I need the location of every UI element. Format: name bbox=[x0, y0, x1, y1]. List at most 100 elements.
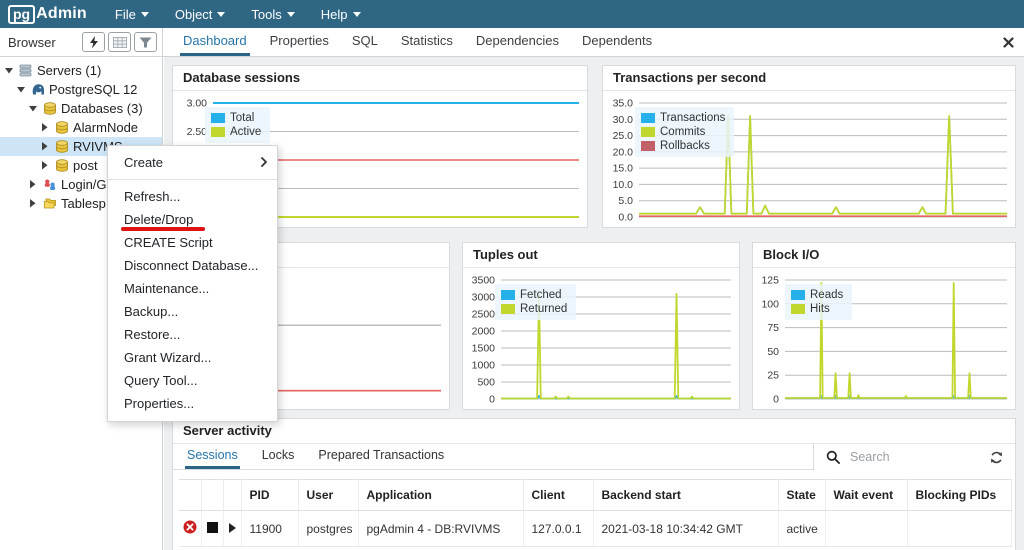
tab-statistics[interactable]: Statistics bbox=[398, 28, 456, 56]
expand-row-button[interactable] bbox=[223, 510, 242, 547]
terminate-icon bbox=[183, 520, 197, 534]
svg-text:125: 125 bbox=[761, 275, 779, 287]
cell-pid: 11900 bbox=[241, 510, 299, 547]
cancel-query-button[interactable] bbox=[201, 510, 224, 547]
context-menu-item-properties[interactable]: Properties... bbox=[108, 392, 277, 415]
legend-entry: Hits bbox=[791, 302, 843, 316]
cell-backend-start: 2021-03-18 10:34:42 GMT bbox=[593, 510, 779, 547]
table-header-row: PID User Application Client Backend star… bbox=[179, 479, 1012, 511]
cell-user: postgres bbox=[298, 510, 359, 547]
tree-item-servers[interactable]: Servers (1) bbox=[0, 61, 162, 80]
pgadmin-window: pg Admin File Object Tools Help Browser bbox=[0, 0, 1024, 550]
svg-text:500: 500 bbox=[477, 377, 495, 389]
menu-help[interactable]: Help bbox=[321, 7, 361, 22]
dashboard: Database sessions 3.002.502.001.501.00To… bbox=[164, 57, 1024, 550]
tab-prepared-transactions[interactable]: Prepared Transactions bbox=[316, 444, 446, 469]
filter-button[interactable] bbox=[134, 32, 157, 52]
tree-item-label: Login/G bbox=[61, 177, 107, 192]
legend-entry: Fetched bbox=[501, 288, 567, 302]
tree-item-alarmnode[interactable]: AlarmNode bbox=[0, 118, 162, 137]
tab-sessions[interactable]: Sessions bbox=[185, 444, 240, 469]
context-menu-item-create[interactable]: Create bbox=[108, 150, 277, 174]
menu-file[interactable]: File bbox=[115, 7, 149, 22]
panel-title: Server activity bbox=[173, 419, 1015, 444]
database-icon bbox=[54, 121, 69, 134]
tree-item-label: PostgreSQL 12 bbox=[49, 82, 138, 97]
tab-dependencies[interactable]: Dependencies bbox=[473, 28, 562, 56]
context-menu-item-disconnect-database[interactable]: Disconnect Database... bbox=[108, 254, 277, 277]
chevron-right-icon bbox=[261, 157, 267, 167]
caret-right-icon[interactable] bbox=[40, 161, 50, 170]
svg-text:2000: 2000 bbox=[472, 326, 496, 338]
svg-text:35.0: 35.0 bbox=[613, 98, 634, 110]
tree-item-label: post bbox=[73, 158, 98, 173]
col-user: User bbox=[298, 479, 359, 511]
refresh-button[interactable] bbox=[987, 448, 1005, 466]
database-icon bbox=[54, 159, 69, 172]
transactions-per-second-chart: 35.0 30.0 25.0 20.0 15.0 10.0 5.0 0.0 Transactio… bbox=[603, 91, 1015, 227]
grid-view-button[interactable] bbox=[108, 32, 131, 52]
quick-connect-button[interactable] bbox=[82, 32, 105, 52]
context-menu-item-maintenance[interactable]: Maintenance... bbox=[108, 277, 277, 300]
svg-text:25: 25 bbox=[767, 370, 779, 382]
tablespaces-folder-icon bbox=[42, 197, 57, 210]
browser-panel-title: Browser bbox=[8, 34, 56, 50]
chart-legend: Fetched Returned bbox=[495, 284, 577, 320]
block-io-chart: 125 100 75 50 25 0 Reads Hits bbox=[753, 268, 1015, 409]
legend-swatch bbox=[641, 141, 655, 151]
tab-dependents[interactable]: Dependents bbox=[579, 28, 655, 56]
sessions-table: PID User Application Client Backend star… bbox=[179, 479, 1012, 547]
menubar: pg Admin File Object Tools Help bbox=[0, 0, 1024, 28]
panel-tuples-out: Tuples out 3500 3000 2500 2000 1500 1000 500 0 F… bbox=[462, 242, 740, 410]
chart-legend: Transactions Commits Rollbacks bbox=[635, 107, 735, 157]
search-input[interactable] bbox=[850, 450, 970, 464]
col-client: Client bbox=[523, 479, 594, 511]
context-menu-item-backup[interactable]: Backup... bbox=[108, 300, 277, 323]
caret-right-icon[interactable] bbox=[28, 199, 38, 208]
caret-down-icon[interactable] bbox=[16, 86, 26, 93]
context-menu-item-query-tool[interactable]: Query Tool... bbox=[108, 369, 277, 392]
legend-label: Hits bbox=[810, 303, 830, 315]
tree-item-postgresql-12[interactable]: PostgreSQL 12 bbox=[0, 80, 162, 99]
tree-item-databases[interactable]: Databases (3) bbox=[0, 99, 162, 118]
stop-square-icon bbox=[206, 521, 218, 533]
tab-sql[interactable]: SQL bbox=[349, 28, 381, 56]
context-menu-item-refresh[interactable]: Refresh... bbox=[108, 185, 277, 208]
pgadmin-logo: pg Admin bbox=[8, 4, 87, 24]
context-menu-item-grant-wizard[interactable]: Grant Wizard... bbox=[108, 346, 277, 369]
caret-right-icon[interactable] bbox=[40, 142, 50, 151]
tab-dashboard[interactable]: Dashboard bbox=[180, 28, 250, 56]
filter-funnel-icon bbox=[139, 37, 152, 47]
legend-label: Rollbacks bbox=[660, 140, 710, 152]
tree-item-label: Databases (3) bbox=[61, 101, 143, 116]
legend-swatch bbox=[791, 290, 805, 300]
chart-legend: Total Active bbox=[205, 107, 271, 143]
chevron-down-icon bbox=[352, 11, 361, 17]
context-menu-item-create-script[interactable]: CREATE Script bbox=[108, 231, 277, 254]
tab-locks[interactable]: Locks bbox=[260, 444, 297, 469]
caret-right-icon[interactable] bbox=[40, 123, 50, 132]
legend-swatch bbox=[641, 127, 655, 137]
svg-text:50: 50 bbox=[767, 346, 779, 358]
caret-down-icon[interactable] bbox=[28, 105, 38, 112]
context-menu-item-delete-drop[interactable]: Delete/Drop bbox=[108, 208, 277, 231]
caret-down-icon[interactable] bbox=[4, 67, 14, 74]
svg-text:0: 0 bbox=[489, 394, 495, 406]
context-menu-item-restore[interactable]: Restore... bbox=[108, 323, 277, 346]
svg-text:3000: 3000 bbox=[472, 292, 496, 304]
col-state: State bbox=[778, 479, 826, 511]
legend-entry: Rollbacks bbox=[641, 139, 725, 153]
legend-label: Commits bbox=[660, 126, 706, 138]
lightning-icon bbox=[89, 35, 98, 48]
menu-object[interactable]: Object bbox=[175, 7, 226, 22]
tab-properties[interactable]: Properties bbox=[267, 28, 332, 56]
close-panel-button[interactable] bbox=[1001, 35, 1015, 49]
tree-item-label: Servers (1) bbox=[37, 63, 102, 78]
menu-tools[interactable]: Tools bbox=[251, 7, 295, 22]
svg-text:1500: 1500 bbox=[472, 343, 496, 355]
caret-right-icon[interactable] bbox=[28, 180, 38, 189]
panel-title: Tuples out bbox=[463, 243, 739, 268]
svg-text:100: 100 bbox=[761, 298, 779, 310]
legend-swatch bbox=[791, 304, 805, 314]
terminate-session-button[interactable] bbox=[179, 510, 202, 547]
